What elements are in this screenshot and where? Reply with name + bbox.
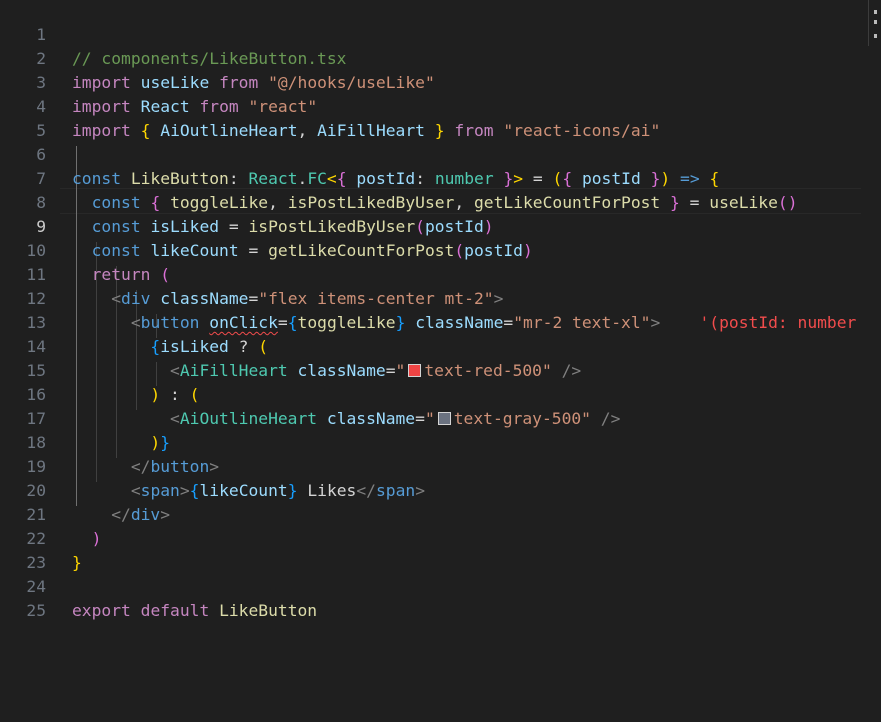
overview-marker [874, 10, 877, 14]
code-line[interactable]: 23 [0, 527, 881, 572]
code-line[interactable]: 24 export default LikeButton [0, 551, 881, 620]
vertical-scrollbar[interactable] [867, 0, 881, 722]
code-line[interactable]: 3 import React from "react" [0, 47, 881, 116]
line-number: 25 [26, 601, 46, 620]
code-line[interactable]: 4 import { AiOutlineHeart, AiFillHeart }… [0, 71, 881, 140]
scrollbar-thumb[interactable] [868, 0, 881, 46]
overview-marker [874, 20, 877, 24]
code-line[interactable]: 8 const isLiked = isPostLikedByUser(post… [0, 167, 881, 236]
code-line[interactable]: 10 return ( [0, 215, 881, 284]
code-line[interactable]: 13 {isLiked ? ( [0, 287, 881, 356]
code-line[interactable]: 22 } [0, 503, 881, 572]
overview-marker [874, 34, 877, 38]
code-line[interactable]: 12 <button onClick={toggleLike} classNam… [0, 263, 881, 332]
code-line[interactable]: 15 ) : ( [0, 335, 881, 404]
code-line[interactable]: 18 </button> [0, 407, 881, 476]
code-line[interactable]: 11 <div className="flex items-center mt-… [0, 239, 881, 308]
token: default [140, 601, 210, 620]
code-editor[interactable]: 1 // components/LikeButton.tsx 2 import … [0, 0, 881, 722]
code-line[interactable]: 2 import useLike from "@/hooks/useLike" [0, 23, 881, 92]
token: export [72, 601, 131, 620]
code-line[interactable]: 1 // components/LikeButton.tsx [0, 0, 881, 68]
code-line[interactable]: 19 <span>{likeCount} Likes</span> [0, 431, 881, 500]
code-line[interactable]: 20 </div> [0, 455, 881, 524]
token: LikeButton [219, 601, 318, 620]
code-line[interactable]: 5 [0, 95, 881, 140]
code-line[interactable]: 21 ) [0, 479, 881, 548]
code-line[interactable]: 25 [0, 575, 881, 620]
code-line[interactable]: 17 )} [0, 383, 881, 452]
code-line[interactable]: 14 <AiFillHeart className=" text-red-500"… [0, 311, 881, 380]
code-line[interactable]: 7 const { toggleLike, isPostLikedByUser,… [0, 143, 881, 212]
code-line[interactable]: 16 <AiOutlineHeart className=" text-gray-… [0, 359, 881, 428]
code-line[interactable]: 6 const LikeButton: React.FC<{ postId: n… [0, 119, 881, 188]
code-line-active[interactable]: 9 const likeCount = getLikeCountForPost(… [0, 191, 881, 260]
